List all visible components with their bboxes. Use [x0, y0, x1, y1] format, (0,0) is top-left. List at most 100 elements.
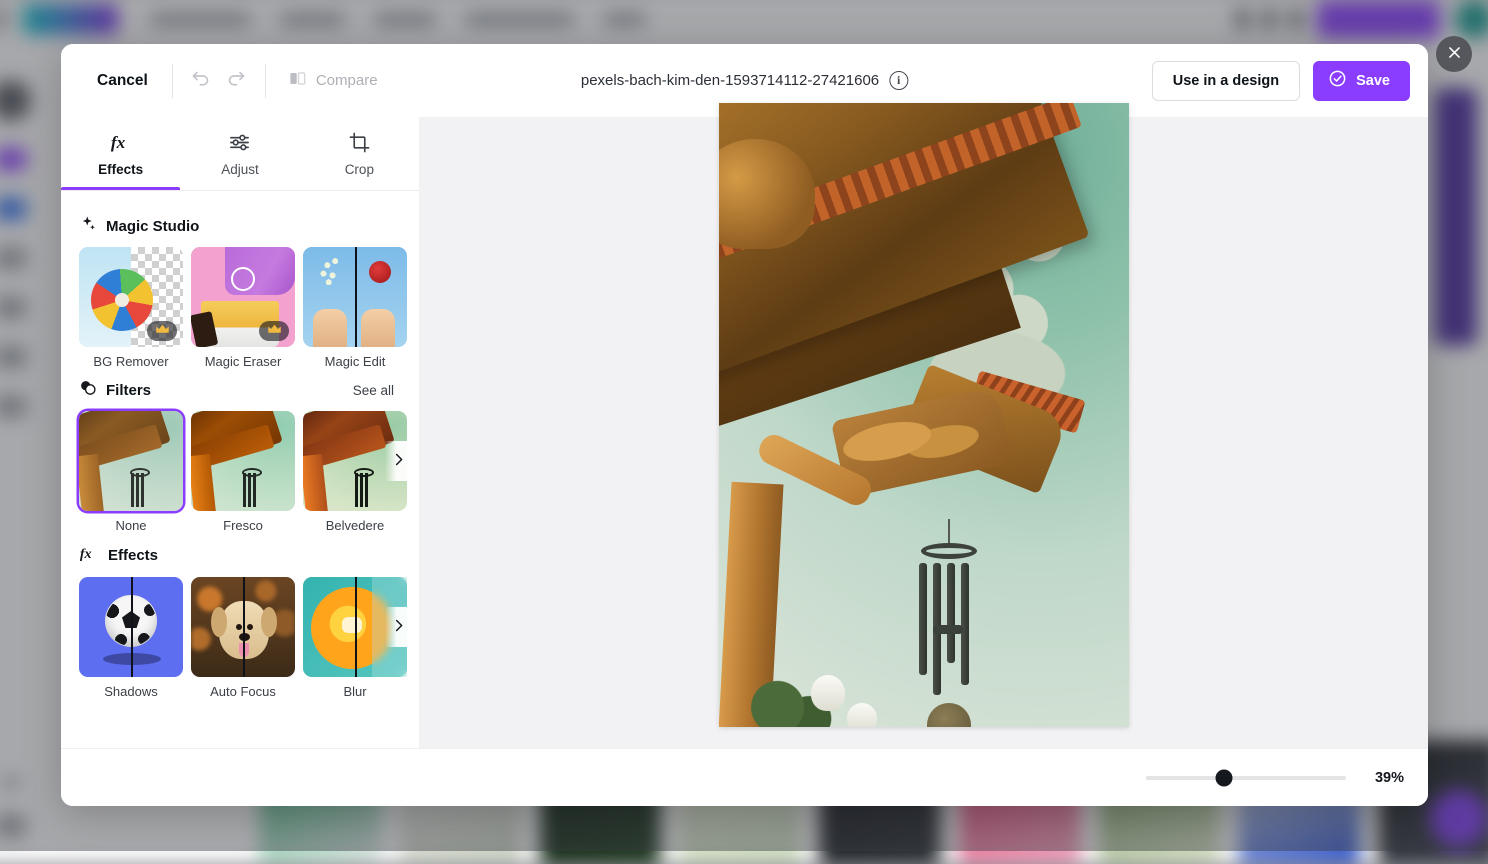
sparkle-icon [79, 215, 97, 238]
effect-label: Shadows [79, 684, 183, 699]
redo-button[interactable] [219, 63, 255, 99]
filters-see-all-button[interactable]: See all [346, 379, 401, 402]
svg-text:fx: fx [80, 546, 92, 562]
tool-magic-edit[interactable]: Magic Edit [303, 247, 407, 369]
chime-sail [927, 703, 971, 727]
info-icon[interactable]: i [889, 71, 908, 90]
shadows-art [79, 577, 183, 677]
compare-icon [288, 69, 307, 93]
filter-fresco[interactable]: Fresco [191, 411, 295, 533]
filter-thumbnail [191, 411, 295, 511]
filter-none[interactable]: None [79, 411, 183, 533]
svg-text:fx: fx [111, 133, 126, 152]
cancel-button[interactable]: Cancel [83, 64, 162, 98]
filter-preview-art [79, 411, 183, 511]
split-divider [355, 577, 357, 677]
tool-magic-eraser[interactable]: Magic Eraser [191, 247, 295, 369]
sliders-icon [228, 131, 251, 157]
header-divider [265, 64, 266, 98]
section-title: Effects [108, 547, 158, 564]
crown-icon [267, 322, 282, 340]
tools-scroll-area[interactable]: Magic Studio [61, 191, 419, 748]
effect-thumbnail [79, 577, 183, 677]
tool-tabs: fx Effects Adjust [61, 117, 419, 191]
header-divider [172, 64, 173, 98]
tool-thumbnail [79, 247, 183, 347]
effects-next-button[interactable] [385, 607, 411, 647]
effect-shadows[interactable]: Shadows [79, 577, 183, 699]
wind-chime-art [241, 473, 259, 507]
effect-label: Auto Focus [191, 684, 295, 699]
auto-focus-art [191, 577, 295, 677]
hand-art [313, 309, 347, 347]
split-divider [243, 577, 245, 677]
section-title: Filters [106, 382, 151, 399]
tab-crop[interactable]: Crop [300, 117, 419, 190]
white-flowers-art [317, 255, 343, 289]
editor-body: fx Effects Adjust [61, 117, 1428, 748]
zoom-level-label: 39% [1362, 770, 1404, 786]
tools-panel: fx Effects Adjust [61, 117, 420, 748]
chime-clapper [933, 625, 963, 634]
lotus-art [811, 675, 845, 711]
chime-tube [919, 563, 927, 675]
redo-icon [226, 69, 247, 93]
dog-eye [236, 624, 242, 630]
magic-studio-row: BG Remover [61, 247, 419, 369]
zoom-slider-thumb[interactable] [1216, 769, 1233, 786]
filter-label: Fresco [191, 518, 295, 533]
effects-row: Shadows [61, 577, 419, 699]
filter-label: Belvedere [303, 518, 407, 533]
compare-button[interactable]: Compare [276, 62, 390, 100]
tab-effects-label: Effects [98, 162, 143, 177]
fx-icon: fx [109, 131, 132, 157]
premium-badge [259, 321, 289, 341]
chevron-right-icon [391, 618, 406, 636]
beach-ball-art [91, 269, 153, 331]
chime-tube [961, 563, 969, 685]
crop-icon [348, 131, 371, 157]
save-label: Save [1356, 73, 1390, 89]
use-in-a-design-button[interactable]: Use in a design [1152, 61, 1300, 101]
tool-bg-remover[interactable]: BG Remover [79, 247, 183, 369]
close-icon [1446, 44, 1463, 64]
tool-label: Magic Eraser [191, 354, 295, 369]
split-divider [355, 247, 357, 347]
section-header-filters: Filters See all [61, 369, 419, 411]
premium-badge [147, 321, 177, 341]
effect-thumbnail [191, 577, 295, 677]
image-editor-modal: Cancel Compare [61, 44, 1428, 806]
compare-label: Compare [316, 72, 378, 89]
tool-label: Magic Edit [303, 354, 407, 369]
crown-icon [155, 322, 170, 340]
section-header-effects: fx Effects [61, 533, 419, 577]
zoom-slider[interactable] [1146, 776, 1346, 780]
magic-edit-after [355, 247, 407, 347]
effect-auto-focus[interactable]: Auto Focus [191, 577, 295, 699]
chime-tube [947, 563, 955, 663]
file-name: pexels-bach-kim-den-1593714112-27421606 [581, 72, 879, 89]
effect-label: Blur [303, 684, 407, 699]
preview-image[interactable] [719, 103, 1129, 727]
hand-art [361, 309, 395, 347]
tab-adjust-label: Adjust [221, 162, 259, 177]
section-header-magic-studio: Magic Studio [61, 205, 419, 247]
filter-label: None [79, 518, 183, 533]
filter-thumbnail [79, 411, 183, 511]
chevron-right-icon [391, 452, 406, 470]
filter-preview-art [191, 411, 295, 511]
undo-button[interactable] [183, 63, 219, 99]
fx-icon: fx [79, 543, 99, 568]
tool-thumbnail [303, 247, 407, 347]
check-circle-icon [1328, 69, 1347, 92]
close-button[interactable] [1436, 36, 1472, 72]
filters-icon [79, 379, 97, 402]
save-button[interactable]: Save [1313, 61, 1410, 101]
section-title: Magic Studio [106, 218, 199, 235]
tab-adjust[interactable]: Adjust [180, 117, 299, 190]
image-canvas[interactable] [420, 117, 1428, 748]
chime-ring [921, 543, 977, 559]
rose-art [369, 261, 391, 283]
filters-next-button[interactable] [385, 441, 411, 481]
tab-effects[interactable]: fx Effects [61, 117, 180, 190]
